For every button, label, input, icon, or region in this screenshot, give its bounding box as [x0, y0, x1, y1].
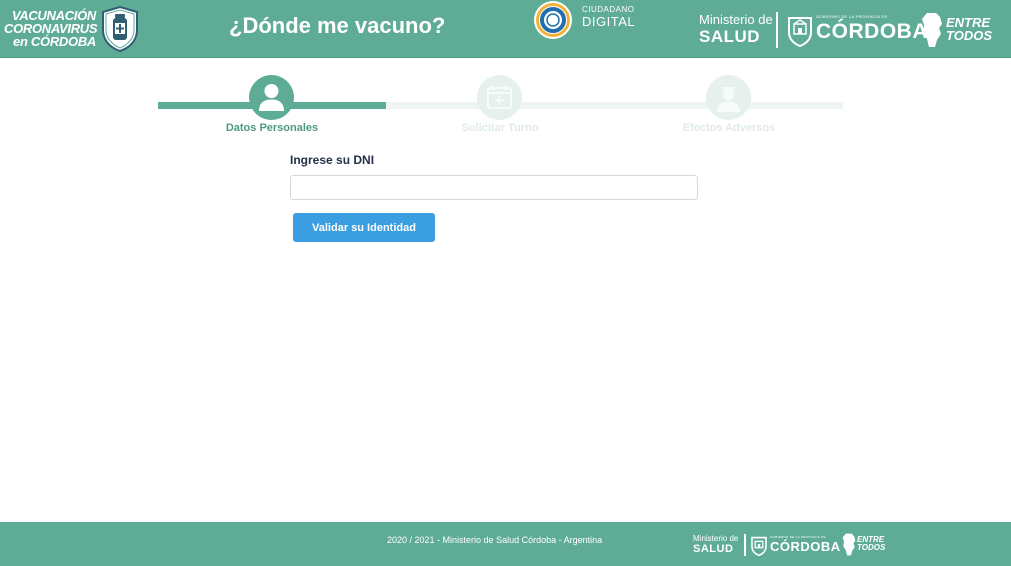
- cordoba-logo: GOBIERNO DE LA PROVINCIA DE CÓRDOBA: [816, 14, 928, 43]
- ministerio-line2: SALUD: [699, 27, 761, 46]
- footer-ministerio-line2: SALUD: [693, 543, 734, 555]
- ministerio-salud-logo: Ministerio de SALUD: [699, 13, 773, 45]
- ciudadano-digital-logo[interactable]: CIUDADANO DIGITAL: [533, 0, 648, 40]
- entre-todos-logo: ENTRE TODOS: [946, 16, 992, 42]
- dni-label: Ingrese su DNI: [290, 153, 375, 167]
- step-3-label[interactable]: Efectos Adversos: [639, 122, 819, 134]
- footer: 2020 / 2021 - Ministerio de Salud Córdob…: [0, 522, 1011, 566]
- nurse-icon: [717, 87, 740, 112]
- cordoba-name: CÓRDOBA: [816, 20, 928, 43]
- step-3-circle[interactable]: [706, 75, 751, 120]
- footer-entre-todos-line2: TODOS: [857, 543, 886, 552]
- stepper-track-remaining: [386, 102, 843, 109]
- calendar-icon: [487, 85, 512, 109]
- footer-ministerio-salud-logo: Ministerio de SALUD: [693, 535, 738, 555]
- ciudadano-digital-emblem-icon: [534, 1, 572, 39]
- person-icon: [259, 84, 284, 111]
- progress-stepper: Datos Personales Solicitar Turno Efectos…: [158, 74, 843, 138]
- step-1-label[interactable]: Datos Personales: [182, 122, 362, 134]
- footer-entre-todos-logo: ENTRE TODOS: [857, 536, 885, 552]
- logo-divider: [776, 12, 778, 48]
- step-2-circle[interactable]: [477, 75, 522, 120]
- ciudadano-digital-line2: DIGITAL: [582, 14, 636, 29]
- cordoba-coat-of-arms-icon: [788, 17, 812, 47]
- ministerio-line1: Ministerio de: [699, 12, 773, 27]
- page-title: ¿Dónde me vacuno?: [229, 13, 446, 38]
- vacunacion-logo-line3: en CÓRDOBA: [13, 34, 96, 49]
- top-header: VACUNACIÓN CORONAVIRUS en CÓRDOBA ¿Dónde…: [0, 0, 1011, 58]
- validate-identity-button[interactable]: Validar su Identidad: [293, 213, 435, 242]
- ciudadano-digital-text: CIUDADANO DIGITAL: [582, 5, 636, 29]
- footer-copyright: 2020 / 2021 - Ministerio de Salud Córdob…: [387, 535, 603, 545]
- cordoba-gobierno-text: GOBIERNO DE LA PROVINCIA DE: [816, 14, 888, 19]
- footer-cordoba-name: CÓRDOBA: [770, 539, 841, 554]
- entre-todos-line2: TODOS: [946, 28, 992, 43]
- footer-logo-divider: [744, 534, 746, 556]
- step-2-label[interactable]: Solicitar Turno: [410, 122, 590, 134]
- step-1-circle[interactable]: [249, 75, 294, 120]
- vaccine-vial-shield-icon: [102, 6, 138, 52]
- dni-input[interactable]: [290, 175, 698, 200]
- footer-cordoba-logo: GOBIERNO DE LA PROVINCIA DE CÓRDOBA: [770, 536, 841, 554]
- footer-cordoba-province-map-icon: [842, 533, 856, 556]
- footer-ministerio-line1: Ministerio de: [693, 534, 739, 543]
- vacunacion-coronavirus-logo[interactable]: VACUNACIÓN CORONAVIRUS en CÓRDOBA: [4, 6, 142, 52]
- footer-cordoba-coat-of-arms-icon: [751, 536, 767, 556]
- vacunacion-logo-text: VACUNACIÓN CORONAVIRUS en CÓRDOBA: [4, 9, 98, 49]
- ciudadano-digital-line1: CIUDADANO: [582, 5, 635, 14]
- cordoba-province-map-icon: [922, 13, 942, 47]
